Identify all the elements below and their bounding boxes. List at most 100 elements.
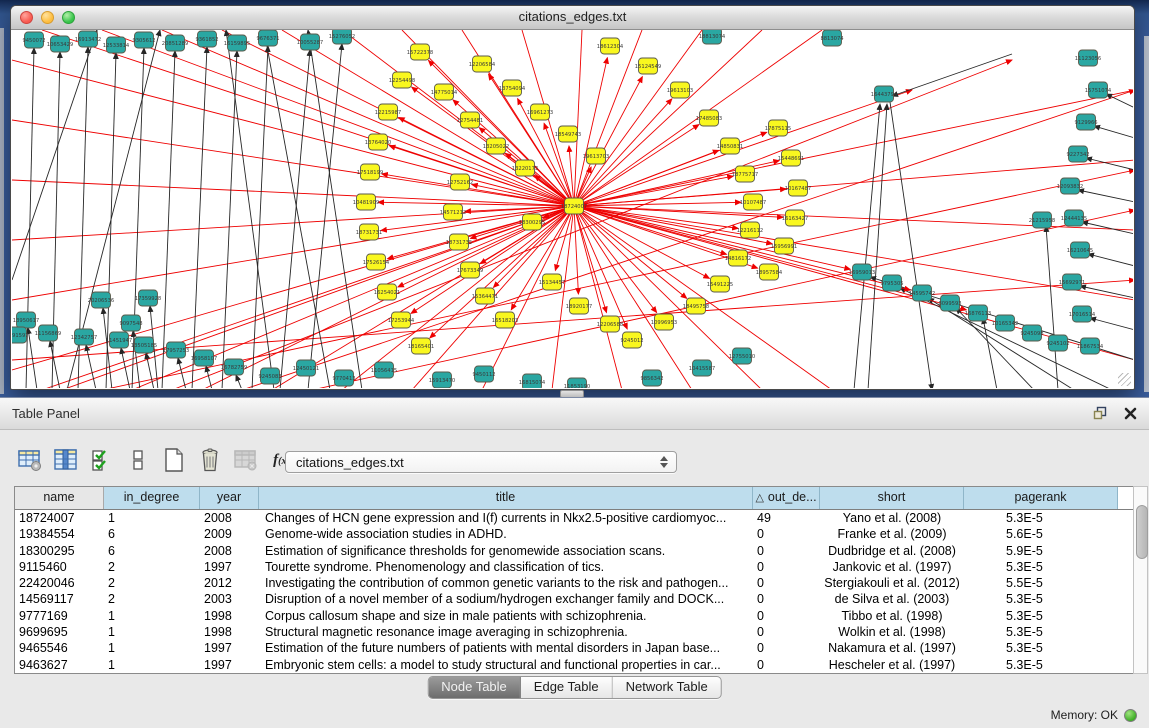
graph-node[interactable]: 19613103 — [667, 82, 693, 98]
graph-node[interactable]: 12342757 — [71, 329, 97, 345]
graph-node[interactable]: 14775014 — [431, 84, 458, 100]
graph-node[interactable]: 16210645 — [1067, 242, 1093, 258]
graph-node[interactable]: 10055287 — [297, 34, 323, 50]
graph-node[interactable]: 8099593 — [938, 295, 961, 311]
graph-node[interactable]: 9770413 — [332, 370, 355, 386]
table-row[interactable]: 1872400712008Changes of HCN gene express… — [15, 510, 1134, 526]
tab-edge-table[interactable]: Edge Table — [521, 677, 613, 698]
select-rows-button[interactable] — [88, 447, 115, 474]
deselect-rows-button[interactable] — [124, 447, 151, 474]
graph-node[interactable]: 18549743 — [555, 126, 581, 142]
graph-node[interactable]: 16518203 — [492, 312, 518, 328]
graph-node[interactable]: 17673349 — [457, 262, 483, 278]
window-titlebar[interactable]: citations_edges.txt — [11, 6, 1134, 30]
table-row[interactable]: 1830029562008Estimation of significance … — [15, 543, 1134, 559]
graph-node[interactable]: 20851289 — [162, 35, 188, 51]
column-header-year[interactable]: year — [200, 487, 259, 509]
table-row[interactable]: 946554611997Estimation of the future num… — [15, 640, 1134, 656]
graph-node[interactable]: 17253944 — [388, 312, 415, 328]
graph-node[interactable]: 11451947 — [106, 332, 132, 348]
memory-status-indicator[interactable] — [1124, 709, 1137, 722]
tab-network-table[interactable]: Network Table — [613, 677, 721, 698]
network-canvas[interactable]: 9450072106534291691347212533814930561220… — [12, 30, 1133, 388]
graph-node[interactable]: 12093832 — [1057, 178, 1083, 194]
graph-node[interactable]: 17016514 — [1069, 306, 1096, 322]
graph-node[interactable]: 15491225 — [707, 276, 733, 292]
graph-node[interactable]: 12215987 — [375, 104, 401, 120]
zoom-window-button[interactable] — [62, 11, 75, 24]
graph-node[interactable]: 18731731 — [356, 224, 382, 240]
graph-node[interactable]: 21215958 — [1029, 212, 1055, 228]
graph-node[interactable]: 18813074 — [699, 30, 726, 44]
graph-node[interactable]: 9856342 — [640, 370, 663, 386]
graph-node[interactable]: 11853190 — [564, 378, 590, 388]
graph-hub-node[interactable]: 18724007 — [561, 198, 587, 214]
column-header-title[interactable]: title — [259, 487, 753, 509]
graph-node[interactable]: 13205022 — [483, 138, 509, 154]
column-header-name[interactable]: name — [15, 487, 104, 509]
graph-node[interactable]: 12216112 — [737, 222, 763, 238]
graph-node[interactable]: 12752162 — [447, 174, 473, 190]
graph-node[interactable]: 15124549 — [635, 58, 661, 74]
graph-node[interactable]: 12754481 — [457, 112, 483, 128]
table-selector-dropdown[interactable]: citations_edges.txt — [285, 451, 677, 473]
graph-node[interactable]: 10996953 — [651, 314, 677, 330]
graph-node[interactable]: 18612304 — [597, 38, 624, 54]
table-row[interactable]: 946362711997Embryonic stem cells: a mode… — [15, 657, 1134, 673]
graph-node[interactable]: 17526154 — [363, 254, 390, 270]
window-resize-grip[interactable] — [1118, 373, 1131, 386]
graph-node[interactable]: 9450112 — [472, 366, 495, 382]
graph-node[interactable]: 15751074 — [1085, 82, 1112, 98]
graph-node[interactable]: 14595742 — [909, 285, 935, 301]
graph-node[interactable]: 18957584 — [756, 264, 783, 280]
graph-node[interactable]: 17875115 — [765, 120, 791, 136]
close-panel-button[interactable] — [1121, 404, 1139, 422]
graph-node[interactable]: 9245098 — [1020, 325, 1043, 341]
graph-node[interactable]: 18300295 — [519, 214, 545, 230]
graph-node[interactable]: 12450121 — [293, 360, 319, 376]
column-header-out_degree[interactable]: △out_de... — [753, 487, 820, 509]
graph-node[interactable]: 11867534 — [1077, 338, 1104, 354]
graph-node[interactable]: 10167487 — [785, 180, 811, 196]
graph-node[interactable]: 16254021 — [374, 284, 400, 300]
graph-node[interactable]: 13764020 — [365, 134, 391, 150]
graph-node[interactable]: 9305612 — [132, 32, 155, 48]
graph-node[interactable]: 18920177 — [566, 298, 592, 314]
graph-node[interactable]: 13754094 — [499, 80, 526, 96]
graph-node[interactable]: 15134457 — [539, 274, 565, 290]
graph-node[interactable]: 16782759 — [221, 359, 247, 375]
graph-node[interactable]: 16961273 — [527, 104, 553, 120]
graph-node[interactable]: 9795305 — [880, 275, 903, 291]
graph-node[interactable]: 15448691 — [778, 150, 804, 166]
graph-node[interactable]: 17957253 — [163, 342, 189, 358]
graph-node[interactable]: 9450072 — [22, 32, 45, 48]
graph-node[interactable]: 14816172 — [725, 250, 751, 266]
graph-node[interactable]: 8813074 — [820, 30, 844, 46]
graph-node[interactable]: 16959013 — [849, 264, 875, 280]
graph-node[interactable]: 16876113 — [965, 305, 991, 321]
graph-node[interactable]: 11156869 — [35, 325, 61, 341]
graph-node[interactable]: 18165401 — [408, 338, 434, 354]
graph-node[interactable]: 9097548 — [119, 315, 142, 331]
graph-node[interactable]: 15276052 — [329, 30, 355, 44]
graph-node[interactable]: 15956991 — [771, 238, 797, 254]
graph-node[interactable]: 9245012 — [620, 332, 643, 348]
table-row[interactable]: 969969511998Structural magnetic resonanc… — [15, 624, 1134, 640]
delete-column-button[interactable] — [196, 447, 223, 474]
minimize-window-button[interactable] — [41, 11, 54, 24]
graph-node[interactable]: 10165342 — [992, 315, 1018, 331]
graph-node[interactable]: 17485083 — [696, 110, 722, 126]
graph-node[interactable]: 12444135 — [1061, 210, 1087, 226]
graph-node[interactable]: 13220173 — [512, 160, 538, 176]
graph-node[interactable]: 15913470 — [429, 372, 455, 388]
graph-node[interactable]: 12755010 — [729, 348, 755, 364]
graph-node[interactable]: 10481909 — [353, 194, 379, 210]
graph-node[interactable]: 18775717 — [732, 166, 758, 182]
graph-node[interactable]: 16913472 — [75, 31, 101, 47]
graph-node[interactable]: 10107487 — [740, 194, 766, 210]
table-row[interactable]: 2242004622012Investigating the contribut… — [15, 575, 1134, 591]
graph-node[interactable]: 12254498 — [389, 72, 415, 88]
table-row[interactable]: 1938455462009Genome-wide association stu… — [15, 526, 1134, 542]
graph-node[interactable]: 9391597 — [12, 327, 29, 343]
column-header-pagerank[interactable]: pagerank — [964, 487, 1118, 509]
